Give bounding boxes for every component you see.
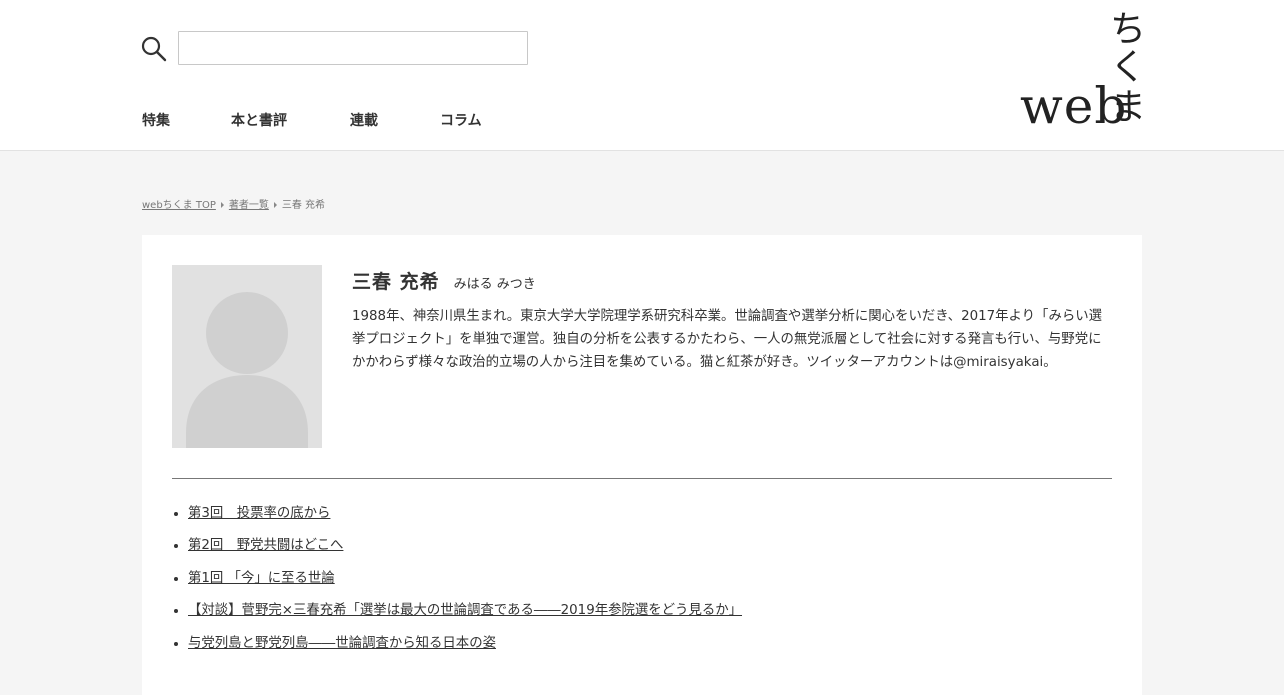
list-item: 与党列島と野党列島――世論調査から知る日本の姿 [188, 633, 1088, 665]
search-input[interactable] [178, 31, 528, 65]
author-bio: 1988年、神奈川県生まれ。東京大学大学院理学系研究科卒業。世論調査や選挙分析に… [352, 309, 1103, 370]
nav-item-rensai[interactable]: 連載 [350, 110, 378, 130]
breadcrumb-link-top[interactable]: webちくま TOP [142, 200, 216, 211]
divider [172, 478, 1112, 479]
author-kana: みはる みつき [453, 277, 536, 292]
nav-item-column[interactable]: コラム [440, 110, 482, 130]
article-link[interactable]: 【対談】菅野完×三春充希「選挙は最大の世論調査である――2019年参院選をどう見… [188, 603, 742, 618]
breadcrumb-current: 三春 充希 [281, 200, 326, 211]
article-link[interactable]: 第2回 野党共闘はどこへ [188, 538, 343, 553]
article-list: 第3回 投票率の底から 第2回 野党共闘はどこへ 第1回 「今」に至る世論 【対… [188, 503, 1088, 665]
nav-item-tokushu[interactable]: 特集 [142, 110, 170, 130]
breadcrumb-link-authors[interactable]: 著者一覧 [229, 200, 269, 211]
author-name: 三春 充希 [352, 271, 440, 293]
site-logo[interactable]: ち く web ま [1018, 9, 1147, 135]
breadcrumb-arrow-icon [273, 201, 277, 208]
site-header: 特集 本と書評 連載 コラム ち く web ま [0, 0, 1284, 151]
logo-char-chi: ち [1110, 9, 1147, 50]
search-icon[interactable] [141, 36, 167, 62]
avatar-placeholder-icon [172, 265, 322, 448]
article-link[interactable]: 第3回 投票率の底から [188, 506, 330, 521]
list-item: 第3回 投票率の底から [188, 503, 1088, 535]
author-card: 三春 充希 みはる みつき 1988年、神奈川県生まれ。東京大学大学院理学系研究科… [142, 235, 1142, 695]
list-item: 第2回 野党共闘はどこへ [188, 535, 1088, 567]
nav-item-hon-to-shohyo[interactable]: 本と書評 [231, 110, 287, 130]
author-name-row: 三春 充希 みはる みつき [352, 267, 536, 294]
list-item: 【対談】菅野完×三春充希「選挙は最大の世論調査である――2019年参院選をどう見… [188, 600, 1088, 632]
breadcrumb: webちくま TOP 著者一覧 三春 充希 [142, 196, 325, 211]
logo-char-ma: ま [1110, 87, 1147, 128]
article-link[interactable]: 与党列島と野党列島――世論調査から知る日本の姿 [188, 636, 496, 651]
article-link[interactable]: 第1回 「今」に至る世論 [188, 571, 335, 586]
list-item: 第1回 「今」に至る世論 [188, 568, 1088, 600]
avatar [172, 265, 322, 448]
breadcrumb-arrow-icon [220, 201, 224, 208]
